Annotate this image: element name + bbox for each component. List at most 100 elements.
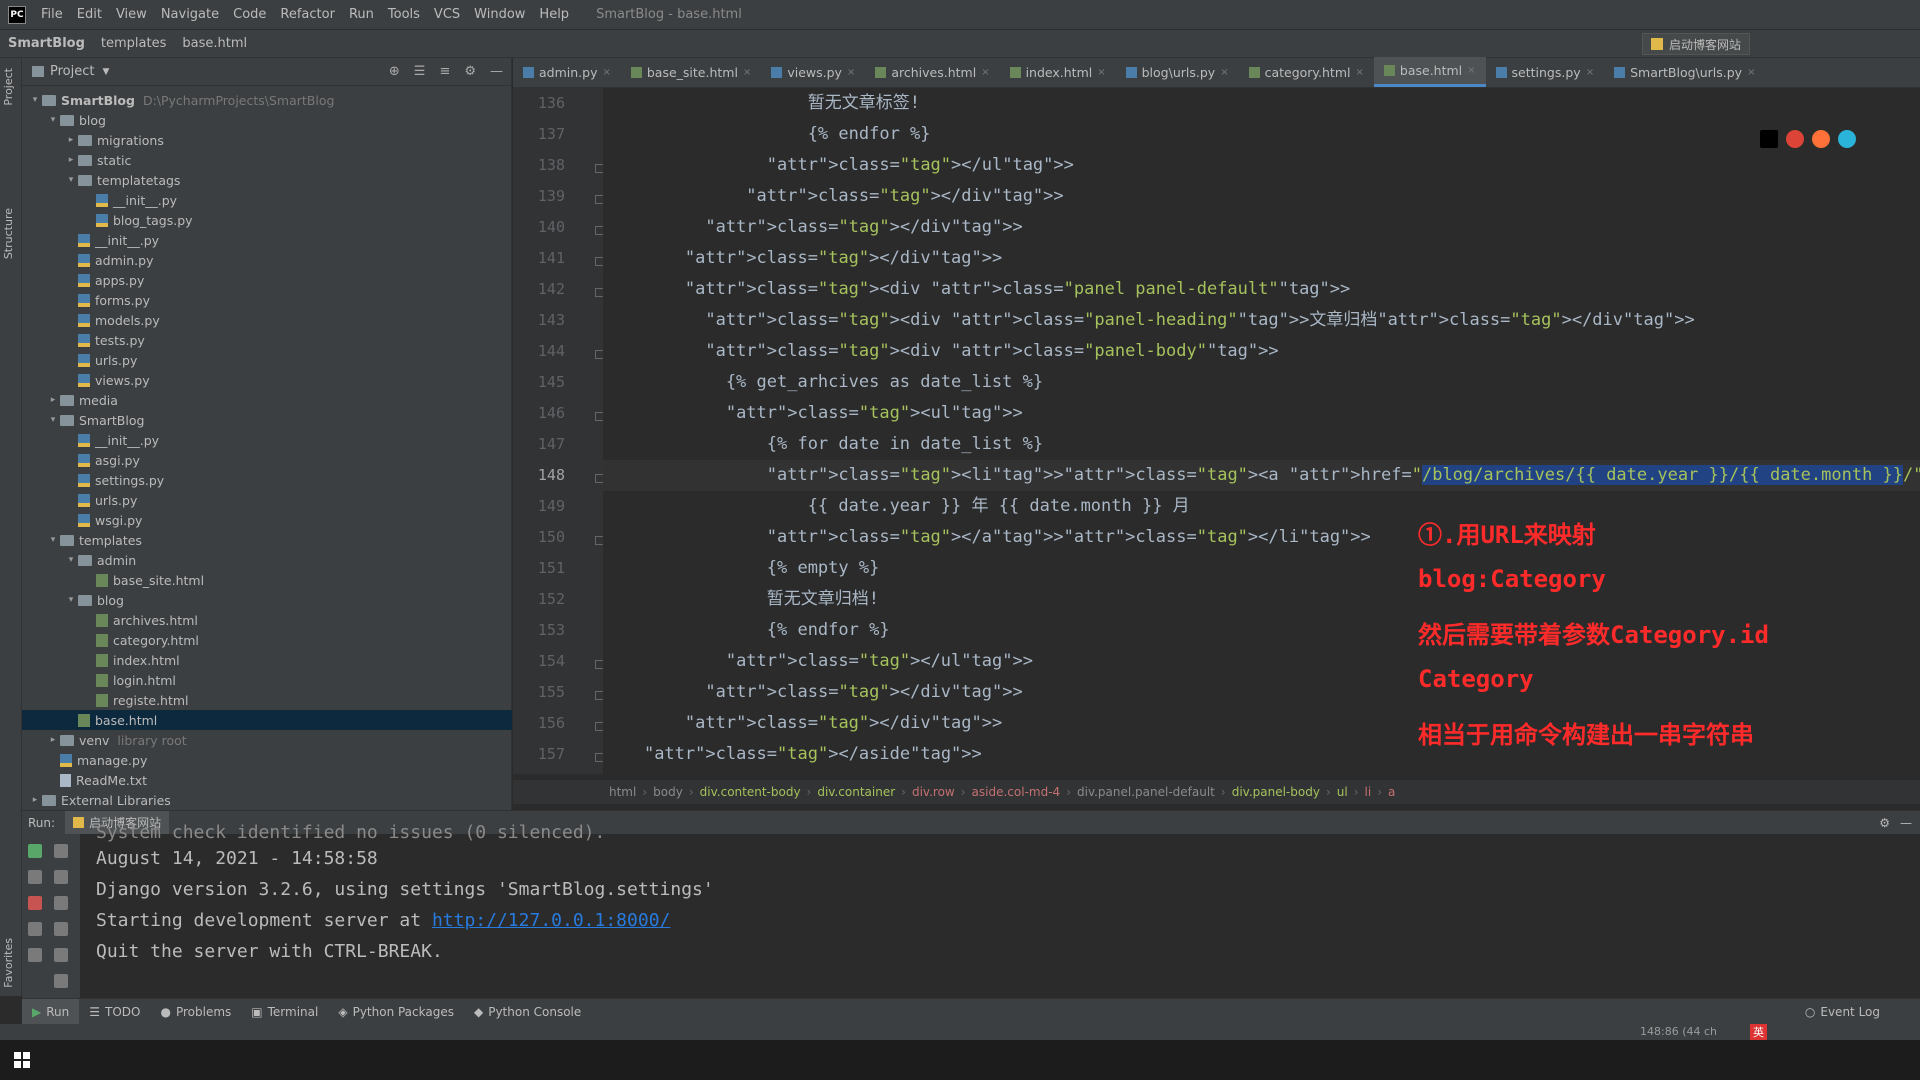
nav-crumb-file[interactable]: base.html [174,36,255,51]
code-line[interactable]: "attr">class="tag"></div"tag">> [603,677,1920,708]
caret-position[interactable]: 148:86 (44 ch [1640,1025,1717,1038]
breadcrumb-item[interactable]: ul [1331,785,1354,799]
code-line[interactable]: "attr">class="tag"></div"tag">> [603,243,1920,274]
tree-item[interactable]: index.html [22,650,512,670]
tree-item[interactable]: registe.html [22,690,512,710]
tree-item[interactable]: models.py [22,310,512,330]
editor-tab[interactable]: category.html × [1239,57,1374,87]
editor-tab[interactable]: base.html × [1373,57,1486,87]
menu-vcs[interactable]: VCS [427,7,467,22]
tree-item[interactable]: ▾ blog [22,110,512,130]
tree-item[interactable]: ▾ admin [22,550,512,570]
code-editor[interactable]: 暂无文章标签! {% endfor %} "attr">class="tag">… [603,88,1920,774]
tree-item[interactable]: ▾ SmartBlog D:\PycharmProjects\SmartBlog [22,90,512,110]
tree-item[interactable]: ▸ External Libraries [22,790,512,810]
server-url-link[interactable]: http://127.0.0.1:8000/ [432,910,670,931]
code-line[interactable]: "attr">class="tag"></ul"tag">> [603,646,1920,677]
wrench-icon[interactable] [28,870,42,884]
tree-item[interactable]: ▾ templatetags [22,170,512,190]
menu-view[interactable]: View [109,7,154,22]
editor-tab[interactable]: views.py × [761,57,865,87]
tree-item[interactable]: archives.html [22,610,512,630]
tree-item[interactable]: urls.py [22,490,512,510]
layout-icon[interactable] [28,922,42,936]
menu-refactor[interactable]: Refactor [273,7,342,22]
editor-tab[interactable]: base_site.html × [621,57,761,87]
tree-item[interactable]: ▸ static [22,150,512,170]
tree-item[interactable]: ▾ SmartBlog [22,410,512,430]
tree-item[interactable]: base_site.html [22,570,512,590]
tool-tab-python-console[interactable]: ◆ Python Console [464,999,591,1025]
tree-item[interactable]: forms.py [22,290,512,310]
chevron-down-icon[interactable]: ▾ [46,115,60,125]
chevron-down-icon[interactable]: ▼ [102,67,109,77]
rerun-icon[interactable] [28,844,42,858]
code-line[interactable]: "attr">class="tag"><div "attr">class="pa… [603,336,1920,367]
nav-crumb-folder[interactable]: templates [93,36,174,51]
code-line[interactable]: "attr">class="tag"><ul"tag">> [603,398,1920,429]
tool-tab-python-packages[interactable]: ◈ Python Packages [328,999,464,1025]
close-icon[interactable]: × [1220,67,1228,78]
scroll-to-end-icon[interactable] [54,922,68,936]
menu-run[interactable]: Run [342,7,381,22]
pin-icon[interactable] [28,948,42,962]
editor-tab[interactable]: archives.html × [865,57,999,87]
breadcrumb-item[interactable]: div.row [906,785,961,799]
tree-item[interactable]: __init__.py [22,430,512,450]
tree-item[interactable]: login.html [22,670,512,690]
soft-wrap-icon[interactable] [54,896,68,910]
chevron-down-icon[interactable]: ▾ [46,535,60,545]
code-line[interactable]: "attr">class="tag"></div"tag">> [603,212,1920,243]
breadcrumb-item[interactable]: div.panel.panel-default [1071,785,1221,799]
windows-start-icon[interactable] [14,1052,30,1068]
chevron-down-icon[interactable]: ▾ [28,95,42,105]
project-tool-tab[interactable]: Project [2,68,15,106]
chevron-right-icon[interactable]: ▸ [28,795,42,805]
tree-item[interactable]: asgi.py [22,450,512,470]
editor-tab[interactable]: settings.py × [1486,57,1605,87]
code-line[interactable]: {% get_arhcives as date_list %} [603,367,1920,398]
close-icon[interactable]: × [1097,67,1105,78]
close-icon[interactable]: × [847,67,855,78]
run-config-selector[interactable]: 启动博客网站 [1641,33,1750,55]
tree-item[interactable]: category.html [22,630,512,650]
close-icon[interactable]: × [602,67,610,78]
code-line[interactable]: "attr">class="tag"></div"tag">> [603,181,1920,212]
tree-item[interactable]: tests.py [22,330,512,350]
chevron-right-icon[interactable]: ▸ [64,135,78,145]
close-icon[interactable]: × [981,67,989,78]
editor-tab[interactable]: index.html × [1000,57,1116,87]
code-line[interactable]: "attr">class="tag"></ul"tag">> [603,150,1920,181]
tool-tab-todo[interactable]: ☰ TODO [79,999,150,1025]
code-line[interactable]: "attr">class="tag"></a"tag">>"attr">clas… [603,522,1920,553]
code-line[interactable]: "attr">class="tag"><div "attr">class="pa… [603,274,1920,305]
nav-crumb-project[interactable]: SmartBlog [0,36,93,51]
close-icon[interactable]: × [1356,67,1364,78]
chevron-right-icon[interactable]: ▸ [46,395,60,405]
chevron-right-icon[interactable]: ▸ [64,155,78,165]
chevron-down-icon[interactable]: ▾ [46,415,60,425]
menu-help[interactable]: Help [532,7,576,22]
tree-item[interactable]: ▸ venv library root [22,730,512,750]
chevron-down-icon[interactable]: ▾ [64,595,78,605]
code-line[interactable]: {% empty %} [603,553,1920,584]
chevron-down-icon[interactable]: ▾ [64,175,78,185]
tree-item[interactable]: apps.py [22,270,512,290]
code-line[interactable]: "attr">class="tag"><li"tag">>"attr">clas… [603,460,1920,491]
stop-icon[interactable] [28,896,42,910]
minimize-icon[interactable]: — [1900,816,1912,830]
tree-item[interactable]: ▸ media [22,390,512,410]
gear-icon[interactable]: ⚙ [464,64,476,79]
tree-item[interactable]: urls.py [22,350,512,370]
collapse-all-icon[interactable]: ≡ [439,64,450,79]
tree-item[interactable]: base.html [22,710,512,730]
menu-code[interactable]: Code [226,7,273,22]
tree-item[interactable]: wsgi.py [22,510,512,530]
menu-edit[interactable]: Edit [70,7,109,22]
tree-item[interactable]: ▾ blog [22,590,512,610]
structure-tool-tab[interactable]: Structure [2,208,15,259]
event-log-button[interactable]: ○ Event Log [1795,999,1890,1025]
breadcrumb-item[interactable]: a [1382,785,1401,799]
close-icon[interactable]: × [1467,65,1475,76]
tool-tab-problems[interactable]: ● Problems [150,999,241,1025]
